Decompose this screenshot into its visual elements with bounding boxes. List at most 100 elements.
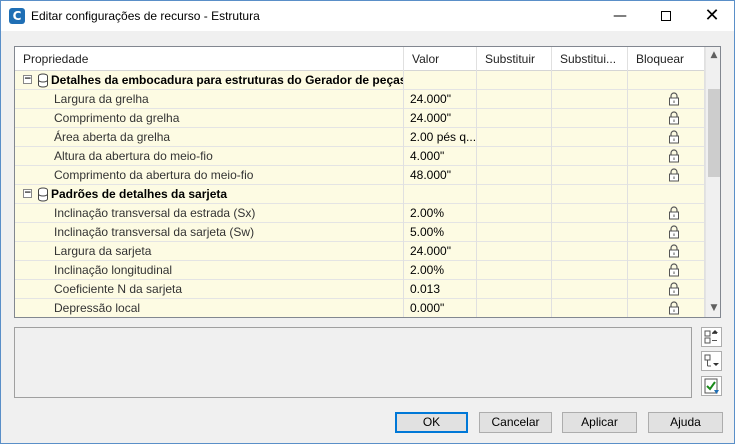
minimize-button[interactable]: — [597,1,643,31]
property-value[interactable]: 2.00% [404,261,477,280]
property-grid: Propriedade Valor Substituir Substitui..… [14,46,721,318]
section-label: Detalhes da embocadura para estruturas d… [51,73,404,87]
lock-icon [669,282,679,296]
override-cell-2[interactable] [552,90,628,109]
close-button[interactable]: ✕ [689,1,735,31]
section-label-cell[interactable]: − Padrões de detalhes da sarjeta [15,185,404,204]
lock-cell[interactable] [628,261,705,280]
lock-cell[interactable] [628,128,705,147]
property-row[interactable]: Área aberta da grelha 2.00 pés q... [15,128,705,147]
override-cell-2[interactable] [552,109,628,128]
property-row[interactable]: Depressão local 0.000" [15,299,705,317]
override-cell-2[interactable] [552,242,628,261]
property-row[interactable]: Altura da abertura do meio-fio 4.000" [15,147,705,166]
value-cell [404,185,477,204]
ok-button[interactable]: OK [395,412,468,433]
lock-cell[interactable] [628,242,705,261]
column-header-lock[interactable]: Bloquear [628,47,705,71]
override-cell-2[interactable] [552,280,628,299]
lock-cell [628,185,705,204]
override-cell-2[interactable] [552,166,628,185]
override-cell[interactable] [477,261,552,280]
section-row[interactable]: − Padrões de detalhes da sarjeta [15,185,705,204]
app-icon: C [9,8,25,24]
lock-cell[interactable] [628,109,705,128]
override-cell[interactable] [477,223,552,242]
property-label: Coeficiente N da sarjeta [15,280,404,299]
property-row[interactable]: Inclinação transversal da sarjeta (Sw) 5.… [15,223,705,242]
apply-button[interactable]: Aplicar [562,412,637,433]
scroll-up-arrow-icon[interactable]: ▲ [706,47,720,64]
property-value[interactable]: 5.00% [404,223,477,242]
column-header-value[interactable]: Valor [404,47,477,71]
collapse-icon[interactable]: − [23,75,32,84]
grid-header: Propriedade Valor Substituir Substitui..… [15,47,705,71]
lock-cell[interactable] [628,147,705,166]
override-cell-2 [552,71,628,90]
override-cell[interactable] [477,109,552,128]
section-row[interactable]: − Detalhes da embocadura para estruturas … [15,71,705,90]
window-title: Editar configurações de recurso - Estrut… [31,9,260,23]
override-cell[interactable] [477,147,552,166]
property-value[interactable]: 24.000" [404,242,477,261]
override-cell-2 [552,185,628,204]
override-cell[interactable] [477,128,552,147]
property-value[interactable]: 24.000" [404,90,477,109]
vertical-scrollbar[interactable]: ▲ ▼ [705,47,720,317]
override-cell[interactable] [477,166,552,185]
override-cell[interactable] [477,299,552,317]
property-value[interactable]: 48.000" [404,166,477,185]
override-cell-2[interactable] [552,299,628,317]
section-label-cell[interactable]: − Detalhes da embocadura para estruturas … [15,71,404,90]
override-cell-2[interactable] [552,147,628,166]
lock-cell[interactable] [628,166,705,185]
help-button[interactable]: Ajuda [648,412,723,433]
property-row[interactable]: Comprimento da grelha 24.000" [15,109,705,128]
property-row[interactable]: Largura da grelha 24.000" [15,90,705,109]
checklist-icon [704,378,719,394]
lock-cell[interactable] [628,223,705,242]
maximize-button[interactable] [643,1,689,31]
collapse-icon[interactable]: − [23,189,32,198]
override-cell[interactable] [477,204,552,223]
collapse-all-icon [704,330,718,344]
override-cell[interactable] [477,90,552,109]
property-value[interactable]: 4.000" [404,147,477,166]
property-row[interactable]: Largura da sarjeta 24.000" [15,242,705,261]
override-cell-2[interactable] [552,128,628,147]
cancel-button[interactable]: Cancelar [479,412,552,433]
property-label: Largura da sarjeta [15,242,404,261]
property-value[interactable]: 0.013 [404,280,477,299]
override-cell-2[interactable] [552,223,628,242]
expand-all-button[interactable] [701,351,722,371]
column-header-property[interactable]: Propriedade [15,47,404,71]
property-label: Altura da abertura do meio-fio [15,147,404,166]
override-cell[interactable] [477,280,552,299]
property-value[interactable]: 24.000" [404,109,477,128]
lock-cell[interactable] [628,299,705,317]
column-header-override[interactable]: Substituir [477,47,552,71]
lock-icon [669,168,679,182]
lock-cell[interactable] [628,280,705,299]
scroll-down-arrow-icon[interactable]: ▼ [706,300,720,317]
property-row[interactable]: Coeficiente N da sarjeta 0.013 [15,280,705,299]
override-cell-2[interactable] [552,261,628,280]
property-label: Largura da grelha [15,90,404,109]
column-header-override-2[interactable]: Substitui... [552,47,628,71]
lock-icon [669,92,679,106]
check-settings-button[interactable] [701,376,722,396]
lock-icon [669,111,679,125]
property-row[interactable]: Comprimento da abertura do meio-fio 48.00… [15,166,705,185]
override-cell-2[interactable] [552,204,628,223]
property-value[interactable]: 2.00% [404,204,477,223]
lock-cell[interactable] [628,90,705,109]
property-row[interactable]: Inclinação longitudinal 2.00% [15,261,705,280]
property-row[interactable]: Inclinação transversal da estrada (Sx) 2.… [15,204,705,223]
lock-icon [669,225,679,239]
collapse-all-button[interactable] [701,327,722,347]
property-value[interactable]: 0.000" [404,299,477,317]
property-value[interactable]: 2.00 pés q... [404,128,477,147]
lock-cell[interactable] [628,204,705,223]
override-cell[interactable] [477,242,552,261]
scrollbar-thumb[interactable] [708,89,720,177]
